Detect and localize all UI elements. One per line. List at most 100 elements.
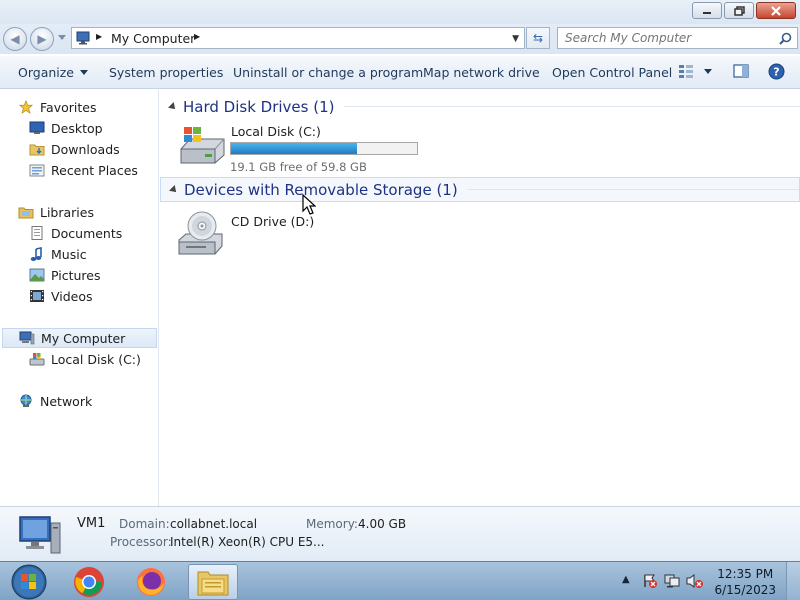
nav-music-label: Music — [51, 246, 87, 262]
title-bar — [0, 0, 800, 24]
processor-value: Intel(R) Xeon(R) CPU E5... — [170, 535, 325, 549]
forward-button[interactable]: ▶ — [30, 27, 54, 51]
nav-local-disk-label: Local Disk (C:) — [51, 351, 141, 367]
nav-music[interactable]: Music — [29, 244, 87, 264]
chevron-down-icon — [703, 69, 712, 74]
show-hidden-icons-button[interactable]: ▲ — [622, 574, 630, 585]
group-divider — [467, 189, 799, 190]
taskbar-chrome[interactable] — [64, 564, 114, 600]
maximize-button[interactable] — [724, 2, 754, 19]
windows-logo-icon — [11, 564, 47, 600]
nav-libraries-label: Libraries — [40, 204, 94, 220]
organize-menu[interactable]: Organize — [18, 65, 88, 80]
documents-icon — [31, 226, 43, 240]
drive-free-space: 19.1 GB free of 59.8 GB — [230, 160, 367, 174]
computer-icon — [76, 31, 90, 45]
firefox-icon — [137, 568, 165, 596]
clock-time: 12:35 PM — [717, 567, 774, 581]
nav-desktop[interactable]: Desktop — [29, 118, 103, 138]
breadcrumb-my-computer[interactable]: My Computer — [111, 31, 195, 46]
downloads-folder-icon — [29, 144, 45, 156]
back-button[interactable]: ◀ — [3, 27, 27, 51]
preview-pane-button[interactable] — [733, 64, 749, 81]
start-button[interactable] — [4, 564, 54, 600]
nav-recent-places[interactable]: Recent Places — [29, 160, 138, 180]
search-input[interactable] — [565, 29, 775, 47]
window-controls — [692, 2, 796, 19]
drive-local-disk-c[interactable]: Local Disk (C:) 19.1 GB free of 59.8 GB — [176, 122, 426, 174]
refresh-button[interactable]: ⇆ — [526, 27, 550, 49]
collapse-triangle-icon — [169, 184, 179, 195]
minimize-button[interactable] — [692, 2, 722, 19]
group-header-hard-disk-drives[interactable]: Hard Disk Drives (1) — [160, 94, 800, 119]
show-desktop-button[interactable] — [786, 562, 800, 600]
nav-favorites[interactable]: Favorites — [18, 97, 96, 117]
address-bar[interactable]: ▶ My Computer ▶ ▼ — [71, 27, 525, 49]
mouse-cursor-icon — [302, 194, 316, 215]
open-control-panel-button[interactable]: Open Control Panel — [552, 65, 672, 80]
network-icon — [20, 394, 32, 407]
network-status-icon[interactable] — [664, 573, 680, 589]
nav-videos-label: Videos — [51, 288, 93, 304]
refresh-icon: ⇆ — [532, 31, 544, 45]
group-divider — [344, 106, 800, 107]
nav-libraries[interactable]: Libraries — [18, 202, 94, 222]
action-center-alert-icon[interactable] — [642, 573, 658, 589]
uninstall-program-button[interactable]: Uninstall or change a program — [233, 65, 423, 80]
nav-network[interactable]: Network — [18, 391, 92, 411]
forward-arrow-icon: ▶ — [37, 32, 47, 46]
recent-places-icon — [29, 164, 45, 177]
help-icon: ? — [768, 63, 785, 80]
computer-name: VM1 — [77, 516, 106, 531]
disk-usage-fill — [231, 143, 358, 154]
memory-value: 4.00 GB — [358, 517, 407, 531]
chrome-icon — [74, 567, 104, 597]
desktop-icon — [29, 121, 45, 134]
nav-pictures[interactable]: Pictures — [29, 265, 101, 285]
nav-network-label: Network — [40, 393, 93, 409]
change-view-button[interactable] — [678, 64, 712, 81]
nav-desktop-label: Desktop — [51, 120, 103, 136]
command-bar: Organize System properties Uninstall or … — [0, 56, 800, 89]
collapse-triangle-icon — [168, 101, 178, 112]
clock-date: 6/15/2023 — [714, 583, 776, 597]
pictures-icon — [29, 268, 45, 282]
breadcrumb-separator-icon[interactable]: ▶ — [96, 32, 102, 41]
system-properties-button[interactable]: System properties — [109, 65, 223, 80]
nav-favorites-label: Favorites — [40, 99, 97, 115]
disk-usage-bar — [230, 142, 418, 155]
hard-drive-icon — [180, 127, 225, 164]
nav-downloads[interactable]: Downloads — [29, 139, 120, 159]
taskbar-firefox[interactable] — [126, 564, 176, 600]
group-title: Devices with Removable Storage (1) — [184, 180, 458, 199]
navigation-pane: Favorites Desktop Downloads Recent Place… — [0, 90, 159, 506]
map-network-drive-button[interactable]: Map network drive — [423, 65, 540, 80]
back-arrow-icon: ◀ — [10, 32, 20, 46]
search-icon[interactable] — [779, 32, 792, 45]
nav-videos[interactable]: Videos — [29, 286, 93, 306]
preview-pane-icon — [733, 64, 749, 78]
svg-text:?: ? — [773, 66, 779, 79]
recent-pages-dropdown[interactable] — [58, 35, 66, 40]
nav-my-computer[interactable]: My Computer — [2, 328, 157, 348]
organize-label: Organize — [18, 65, 74, 80]
drive-cd-d[interactable]: CD Drive (D:) — [176, 208, 426, 258]
close-icon — [771, 5, 781, 16]
search-box[interactable] — [557, 27, 798, 49]
close-button[interactable] — [756, 2, 796, 19]
domain-label: Domain: — [119, 517, 170, 531]
drive-name: Local Disk (C:) — [231, 124, 321, 139]
breadcrumb-separator-icon[interactable]: ▶ — [194, 32, 200, 41]
address-history-dropdown[interactable]: ▼ — [512, 34, 519, 44]
group-header-removable-storage[interactable]: Devices with Removable Storage (1) — [160, 177, 800, 202]
system-tray: ▲ 12:35 PM 6/15/2023 — [610, 562, 800, 600]
taskbar-explorer[interactable] — [188, 564, 238, 600]
local-disk-icon — [29, 353, 45, 366]
help-button[interactable]: ? — [768, 63, 785, 83]
nav-documents[interactable]: Documents — [29, 223, 122, 243]
drive-name: CD Drive (D:) — [231, 214, 315, 229]
group-title: Hard Disk Drives (1) — [183, 97, 335, 116]
volume-muted-icon[interactable] — [686, 573, 704, 589]
clock[interactable]: 12:35 PM 6/15/2023 — [714, 566, 776, 598]
nav-local-disk[interactable]: Local Disk (C:) — [29, 349, 141, 369]
